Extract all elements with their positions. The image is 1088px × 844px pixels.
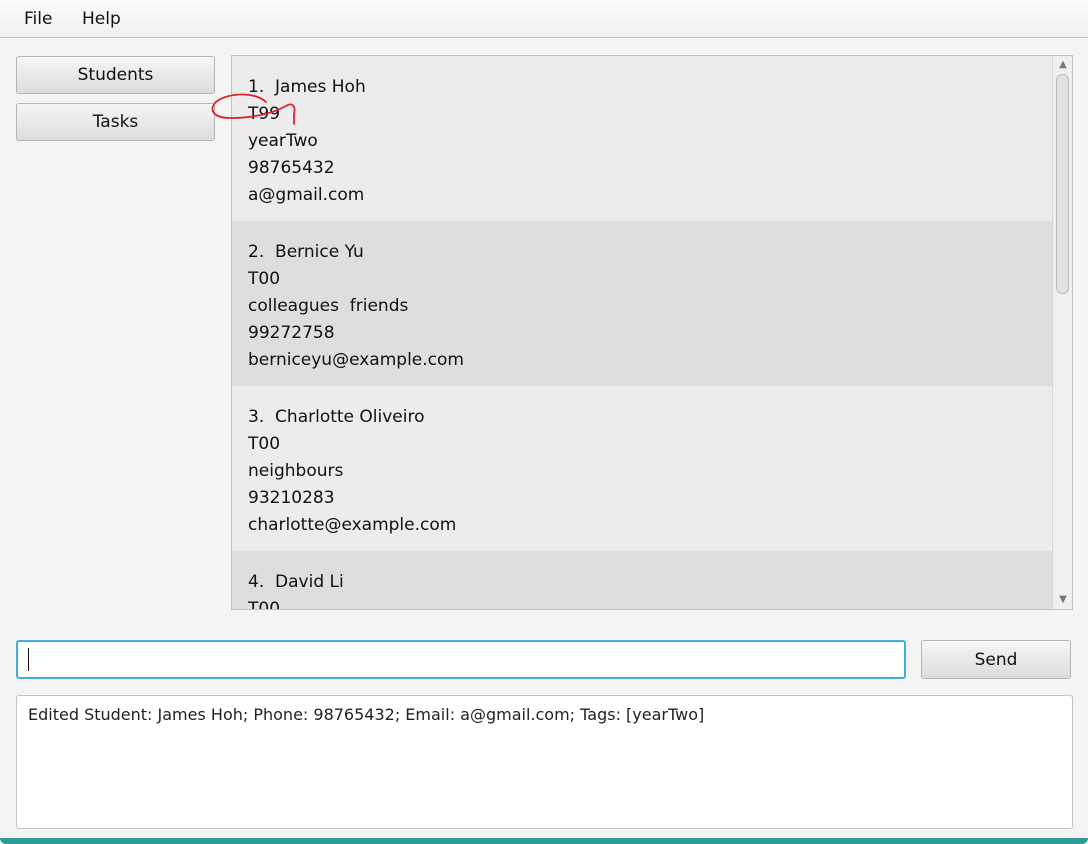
student-code: T99 xyxy=(248,104,281,124)
menu-file[interactable]: File xyxy=(24,9,52,29)
list-scrollbar[interactable]: ▲ ▼ xyxy=(1052,56,1072,609)
result-display: Edited Student: James Hoh; Phone: 987654… xyxy=(16,695,1073,829)
student-name: 4. David Li xyxy=(248,572,344,592)
scroll-down-icon[interactable]: ▼ xyxy=(1057,594,1069,606)
student-name: 1. James Hoh xyxy=(248,77,366,97)
student-phone: 93210283 xyxy=(248,488,335,508)
student-card-4[interactable]: 4. David Li T00 xyxy=(232,551,1052,610)
result-text: Edited Student: James Hoh; Phone: 987654… xyxy=(28,705,705,724)
student-code: T00 xyxy=(248,434,281,454)
student-list: 1. James Hoh T99 yearTwo 98765432 a@gmai… xyxy=(232,56,1052,610)
student-name: 2. Bernice Yu xyxy=(248,242,364,262)
menu-help[interactable]: Help xyxy=(82,9,121,29)
scroll-thumb[interactable] xyxy=(1056,74,1069,294)
student-card-2[interactable]: 2. Bernice Yu T00 colleagues friends 992… xyxy=(232,221,1052,386)
send-button[interactable]: Send xyxy=(921,640,1071,679)
student-list-panel: 1. James Hoh T99 yearTwo 98765432 a@gmai… xyxy=(231,55,1073,610)
window-border xyxy=(0,838,1088,844)
student-tags: neighbours xyxy=(248,461,344,481)
scroll-up-icon[interactable]: ▲ xyxy=(1057,59,1069,71)
student-name: 3. Charlotte Oliveiro xyxy=(248,407,425,427)
command-input[interactable] xyxy=(16,640,906,679)
student-card-1[interactable]: 1. James Hoh T99 yearTwo 98765432 a@gmai… xyxy=(232,56,1052,221)
student-code: T00 xyxy=(248,599,281,610)
student-email: a@gmail.com xyxy=(248,185,365,205)
student-email: berniceyu@example.com xyxy=(248,350,464,370)
menu-bar: File Help xyxy=(0,0,1088,38)
student-tags: colleagues friends xyxy=(248,296,409,316)
student-tags: yearTwo xyxy=(248,131,318,151)
student-card-3[interactable]: 3. Charlotte Oliveiro T00 neighbours 932… xyxy=(232,386,1052,551)
student-code: T00 xyxy=(248,269,281,289)
student-email: charlotte@example.com xyxy=(248,515,457,535)
annotation-circle-icon xyxy=(211,93,296,125)
text-caret xyxy=(28,648,29,671)
tasks-button[interactable]: Tasks xyxy=(16,103,215,141)
students-button[interactable]: Students xyxy=(16,56,215,94)
student-phone: 99272758 xyxy=(248,323,335,343)
student-phone: 98765432 xyxy=(248,158,335,178)
